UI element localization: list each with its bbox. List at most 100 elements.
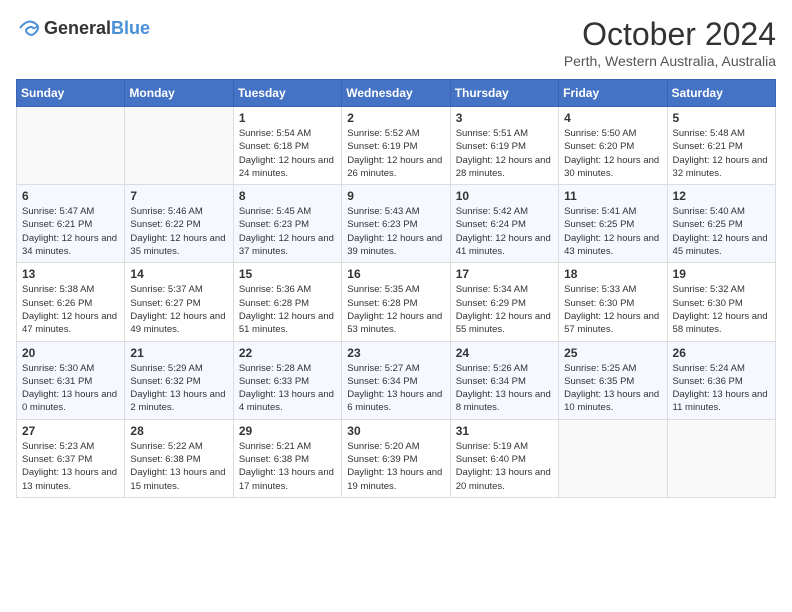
calendar-header-row: SundayMondayTuesdayWednesdayThursdayFrid… — [17, 80, 776, 107]
calendar-cell: 7 Sunrise: 5:46 AM Sunset: 6:22 PM Daylig… — [125, 185, 233, 263]
day-number: 3 — [456, 111, 553, 125]
calendar-cell: 24 Sunrise: 5:26 AM Sunset: 6:34 PM Dayli… — [450, 341, 558, 419]
calendar-cell: 11 Sunrise: 5:41 AM Sunset: 6:25 PM Dayli… — [559, 185, 667, 263]
day-info: Sunrise: 5:34 AM Sunset: 6:29 PM Dayligh… — [456, 283, 553, 336]
logo: GeneralBlue — [16, 16, 150, 40]
title-section: October 2024 Perth, Western Australia, A… — [564, 16, 776, 69]
calendar-cell: 15 Sunrise: 5:36 AM Sunset: 6:28 PM Dayli… — [233, 263, 341, 341]
calendar-week-row: 13Sunrise: 5:38 AM Sunset: 6:26 PM Dayli… — [17, 263, 776, 341]
logo-text-blue: Blue — [111, 18, 150, 38]
day-info: Sunrise: 5:45 AM Sunset: 6:23 PM Dayligh… — [239, 205, 336, 258]
day-number: 9 — [347, 189, 444, 203]
calendar-cell: 14Sunrise: 5:37 AM Sunset: 6:27 PM Dayli… — [125, 263, 233, 341]
calendar-cell — [17, 107, 125, 185]
calendar-week-row: 6Sunrise: 5:47 AM Sunset: 6:21 PM Daylig… — [17, 185, 776, 263]
day-number: 8 — [239, 189, 336, 203]
day-number: 17 — [456, 267, 553, 281]
day-info: Sunrise: 5:38 AM Sunset: 6:26 PM Dayligh… — [22, 283, 119, 336]
calendar-cell: 2Sunrise: 5:52 AM Sunset: 6:19 PM Daylig… — [342, 107, 450, 185]
calendar-cell: 22Sunrise: 5:28 AM Sunset: 6:33 PM Dayli… — [233, 341, 341, 419]
calendar-cell: 3 Sunrise: 5:51 AM Sunset: 6:19 PM Daylig… — [450, 107, 558, 185]
day-number: 19 — [673, 267, 770, 281]
day-info: Sunrise: 5:50 AM Sunset: 6:20 PM Dayligh… — [564, 127, 661, 180]
calendar-cell — [125, 107, 233, 185]
calendar-cell: 13Sunrise: 5:38 AM Sunset: 6:26 PM Dayli… — [17, 263, 125, 341]
day-info: Sunrise: 5:22 AM Sunset: 6:38 PM Dayligh… — [130, 440, 227, 493]
calendar-cell: 19 Sunrise: 5:32 AM Sunset: 6:30 PM Dayli… — [667, 263, 775, 341]
day-info: Sunrise: 5:21 AM Sunset: 6:38 PM Dayligh… — [239, 440, 336, 493]
day-info: Sunrise: 5:40 AM Sunset: 6:25 PM Dayligh… — [673, 205, 770, 258]
day-number: 16 — [347, 267, 444, 281]
logo-text-general: General — [44, 18, 111, 38]
calendar-day-header: Monday — [125, 80, 233, 107]
calendar-cell: 31Sunrise: 5:19 AM Sunset: 6:40 PM Dayli… — [450, 419, 558, 497]
logo-icon — [16, 16, 40, 40]
calendar-week-row: 27 Sunrise: 5:23 AM Sunset: 6:37 PM Dayli… — [17, 419, 776, 497]
day-info: Sunrise: 5:35 AM Sunset: 6:28 PM Dayligh… — [347, 283, 444, 336]
calendar-cell: 5 Sunrise: 5:48 AM Sunset: 6:21 PM Daylig… — [667, 107, 775, 185]
calendar-week-row: 1 Sunrise: 5:54 AM Sunset: 6:18 PM Daylig… — [17, 107, 776, 185]
day-number: 27 — [22, 424, 119, 438]
day-number: 22 — [239, 346, 336, 360]
day-number: 12 — [673, 189, 770, 203]
calendar-table: SundayMondayTuesdayWednesdayThursdayFrid… — [16, 79, 776, 498]
day-number: 30 — [347, 424, 444, 438]
calendar-cell: 26Sunrise: 5:24 AM Sunset: 6:36 PM Dayli… — [667, 341, 775, 419]
day-info: Sunrise: 5:26 AM Sunset: 6:34 PM Dayligh… — [456, 362, 553, 415]
day-info: Sunrise: 5:48 AM Sunset: 6:21 PM Dayligh… — [673, 127, 770, 180]
day-number: 5 — [673, 111, 770, 125]
calendar-cell: 21Sunrise: 5:29 AM Sunset: 6:32 PM Dayli… — [125, 341, 233, 419]
day-info: Sunrise: 5:43 AM Sunset: 6:23 PM Dayligh… — [347, 205, 444, 258]
day-info: Sunrise: 5:52 AM Sunset: 6:19 PM Dayligh… — [347, 127, 444, 180]
day-info: Sunrise: 5:51 AM Sunset: 6:19 PM Dayligh… — [456, 127, 553, 180]
calendar-day-header: Thursday — [450, 80, 558, 107]
calendar-cell — [667, 419, 775, 497]
location-title: Perth, Western Australia, Australia — [564, 53, 776, 69]
day-number: 23 — [347, 346, 444, 360]
calendar-cell: 8 Sunrise: 5:45 AM Sunset: 6:23 PM Daylig… — [233, 185, 341, 263]
day-number: 20 — [22, 346, 119, 360]
calendar-day-header: Friday — [559, 80, 667, 107]
page-header: GeneralBlue October 2024 Perth, Western … — [16, 16, 776, 69]
day-number: 29 — [239, 424, 336, 438]
day-number: 6 — [22, 189, 119, 203]
day-number: 11 — [564, 189, 661, 203]
calendar-cell: 23Sunrise: 5:27 AM Sunset: 6:34 PM Dayli… — [342, 341, 450, 419]
calendar-cell: 28 Sunrise: 5:22 AM Sunset: 6:38 PM Dayli… — [125, 419, 233, 497]
calendar-cell — [559, 419, 667, 497]
day-number: 26 — [673, 346, 770, 360]
day-info: Sunrise: 5:46 AM Sunset: 6:22 PM Dayligh… — [130, 205, 227, 258]
calendar-cell: 18Sunrise: 5:33 AM Sunset: 6:30 PM Dayli… — [559, 263, 667, 341]
day-info: Sunrise: 5:30 AM Sunset: 6:31 PM Dayligh… — [22, 362, 119, 415]
calendar-cell: 27 Sunrise: 5:23 AM Sunset: 6:37 PM Dayli… — [17, 419, 125, 497]
calendar-cell: 29 Sunrise: 5:21 AM Sunset: 6:38 PM Dayli… — [233, 419, 341, 497]
calendar-day-header: Saturday — [667, 80, 775, 107]
calendar-cell: 30 Sunrise: 5:20 AM Sunset: 6:39 PM Dayli… — [342, 419, 450, 497]
day-number: 7 — [130, 189, 227, 203]
day-info: Sunrise: 5:20 AM Sunset: 6:39 PM Dayligh… — [347, 440, 444, 493]
day-number: 24 — [456, 346, 553, 360]
day-info: Sunrise: 5:19 AM Sunset: 6:40 PM Dayligh… — [456, 440, 553, 493]
calendar-cell: 17 Sunrise: 5:34 AM Sunset: 6:29 PM Dayli… — [450, 263, 558, 341]
day-info: Sunrise: 5:29 AM Sunset: 6:32 PM Dayligh… — [130, 362, 227, 415]
calendar-cell: 10 Sunrise: 5:42 AM Sunset: 6:24 PM Dayli… — [450, 185, 558, 263]
day-number: 14 — [130, 267, 227, 281]
day-info: Sunrise: 5:36 AM Sunset: 6:28 PM Dayligh… — [239, 283, 336, 336]
calendar-day-header: Sunday — [17, 80, 125, 107]
calendar-day-header: Wednesday — [342, 80, 450, 107]
day-number: 10 — [456, 189, 553, 203]
day-info: Sunrise: 5:25 AM Sunset: 6:35 PM Dayligh… — [564, 362, 661, 415]
day-number: 4 — [564, 111, 661, 125]
day-number: 1 — [239, 111, 336, 125]
day-number: 15 — [239, 267, 336, 281]
day-info: Sunrise: 5:54 AM Sunset: 6:18 PM Dayligh… — [239, 127, 336, 180]
day-info: Sunrise: 5:32 AM Sunset: 6:30 PM Dayligh… — [673, 283, 770, 336]
day-number: 28 — [130, 424, 227, 438]
calendar-cell: 1 Sunrise: 5:54 AM Sunset: 6:18 PM Daylig… — [233, 107, 341, 185]
day-info: Sunrise: 5:23 AM Sunset: 6:37 PM Dayligh… — [22, 440, 119, 493]
calendar-cell: 9 Sunrise: 5:43 AM Sunset: 6:23 PM Daylig… — [342, 185, 450, 263]
day-info: Sunrise: 5:42 AM Sunset: 6:24 PM Dayligh… — [456, 205, 553, 258]
calendar-cell: 6Sunrise: 5:47 AM Sunset: 6:21 PM Daylig… — [17, 185, 125, 263]
day-info: Sunrise: 5:41 AM Sunset: 6:25 PM Dayligh… — [564, 205, 661, 258]
calendar-cell: 16 Sunrise: 5:35 AM Sunset: 6:28 PM Dayli… — [342, 263, 450, 341]
